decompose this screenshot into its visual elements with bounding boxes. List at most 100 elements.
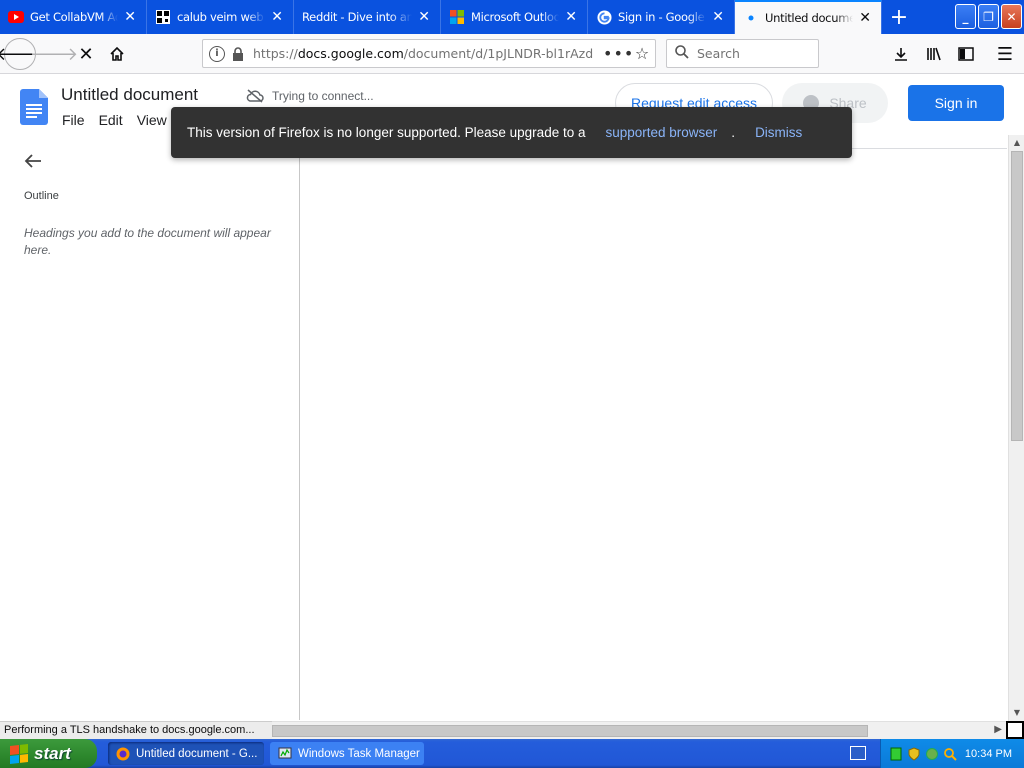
youtube-icon [8,9,24,25]
start-button[interactable]: start [0,739,97,768]
home-button[interactable] [101,38,133,70]
horizontal-scrollbar[interactable]: ▶ [272,721,1006,739]
taskbar-item-firefox[interactable]: Untitled document - G... [108,742,264,765]
loading-dot-icon [743,10,759,26]
menu-view[interactable]: View [137,112,167,128]
tab-google-signin[interactable]: Sign in - Google Accounts ✕ [588,0,735,34]
cloud-offline-icon [246,89,264,103]
tab-strip: Get CollabVM Admin ✕ calub veim web app … [0,0,1024,34]
download-icon [895,48,907,61]
navigation-bar: 🡐 🡒 ✕ i https://docs.google.com/document… [0,34,1024,74]
taskbar-item-task-manager[interactable]: Windows Task Manager [270,742,424,765]
forward-button[interactable]: 🡒 [30,38,78,70]
library-icon [927,47,941,61]
tab-collabvm[interactable]: Get CollabVM Admin ✕ [0,0,147,34]
connection-status-text: Trying to connect... [272,89,374,103]
tab-close-icon[interactable]: ✕ [857,10,873,26]
tab-title: Reddit - Dive into anything [302,10,412,24]
windows-flag-icon [10,743,28,764]
window-close-button[interactable]: ✕ [1001,4,1022,29]
toast-message: This version of Firefox is no longer sup… [187,125,586,140]
home-icon [110,46,124,61]
scroll-right-arrow-icon[interactable]: ▶ [994,724,1002,735]
taskbar-item-label: Untitled document - G... [136,747,258,760]
tab-close-icon[interactable]: ✕ [563,9,579,25]
stop-button[interactable]: ✕ [70,38,102,70]
task-manager-icon [278,747,292,758]
supported-browser-link[interactable]: supported browser [605,125,717,140]
firefox-icon [116,747,130,760]
vertical-scrollbar[interactable]: ▲ ▼ [1008,135,1024,721]
search-input[interactable]: Search [666,39,819,68]
clock[interactable]: 10:34 PM [965,748,1012,760]
url-domain: docs.google.com [297,46,404,61]
tab-title: calub veim web app [177,10,265,24]
outline-empty-hint: Headings you add to the document will ap… [24,226,271,257]
url-text[interactable]: https://docs.google.com/document/d/1pJLN… [253,46,603,61]
menu-edit[interactable]: Edit [99,112,123,128]
new-tab-button[interactable]: + [882,0,916,34]
status-bar: Performing a TLS handshake to docs.googl… [0,721,272,739]
tab-calub[interactable]: calub veim web app ✕ [147,0,294,34]
language-bar-icon[interactable] [850,746,866,760]
tab-untitled-document[interactable]: Untitled document ✕ [735,0,882,34]
document-title[interactable]: Untitled document [61,85,198,105]
lock-icon [233,46,243,61]
microsoft-icon [449,9,465,25]
tab-title: Microsoft Outlook [471,10,559,24]
url-bar[interactable]: i https://docs.google.com/document/d/1pJ… [202,39,656,68]
search-placeholder: Search [697,46,740,61]
stop-icon: ✕ [78,43,94,65]
tab-close-icon[interactable]: ✕ [122,9,138,25]
scroll-up-arrow-icon[interactable]: ▲ [1011,137,1023,149]
window-controls: _ ❐ ✕ [955,4,1022,29]
outline-title: Outline [24,190,59,202]
menu-button[interactable]: ☰ [989,38,1021,70]
qr-icon [155,9,171,25]
tab-title: Sign in - Google Accounts [618,10,706,24]
sidebar-icon [958,47,974,61]
search-icon [675,44,689,63]
url-prefix: https:// [253,46,298,61]
windows-taskbar: start Untitled document - G... Windows T… [0,739,1024,768]
start-label: start [34,743,71,763]
system-tray: 10:34 PM [880,739,1024,768]
library-button[interactable] [918,38,950,70]
minimize-button[interactable]: _ [955,4,976,29]
tab-reddit[interactable]: Reddit - Dive into anything ✕ [294,0,441,34]
google-icon [596,9,612,25]
connection-status: Trying to connect... [246,89,374,103]
menu-file[interactable]: File [62,112,85,128]
bookmark-star-icon[interactable]: ☆ [629,44,655,63]
tab-title: Untitled document [765,11,853,25]
toast-period: . [731,125,736,140]
sidebar-button[interactable] [950,38,982,70]
tab-title: Get CollabVM Admin [30,10,118,24]
dismiss-button[interactable]: Dismiss [755,125,802,140]
downloads-button[interactable] [885,38,917,70]
info-icon[interactable]: i [209,45,225,62]
vertical-scroll-thumb[interactable] [1011,151,1023,441]
google-docs-logo-icon[interactable] [20,89,48,125]
scroll-down-arrow-icon[interactable]: ▼ [1011,707,1023,719]
page-actions-icon[interactable]: ••• [603,44,633,63]
url-path: /document/d/1pJLNDR-bl1rAzd [403,46,594,61]
tab-close-icon[interactable]: ✕ [710,9,726,25]
resize-corner [1006,721,1024,739]
restore-button[interactable]: ❐ [978,4,999,29]
sign-in-button[interactable]: Sign in [908,85,1004,121]
hamburger-menu-icon: ☰ [996,43,1014,65]
tab-close-icon[interactable]: ✕ [269,9,285,25]
security-shield-icon[interactable] [907,746,921,761]
close-outline-arrow-icon[interactable] [24,150,42,174]
unsupported-browser-toast: This version of Firefox is no longer sup… [171,107,852,158]
document-canvas[interactable] [301,148,1007,720]
tab-outlook[interactable]: Microsoft Outlook ✕ [441,0,588,34]
search-tray-icon[interactable] [943,747,957,761]
tab-close-icon[interactable]: ✕ [416,9,432,25]
update-icon[interactable] [925,747,939,761]
horizontal-scroll-thumb[interactable] [272,725,868,737]
network-icon[interactable] [889,747,903,761]
taskbar-item-label: Windows Task Manager [298,747,420,760]
docs-menu-bar: File Edit View [62,112,167,128]
